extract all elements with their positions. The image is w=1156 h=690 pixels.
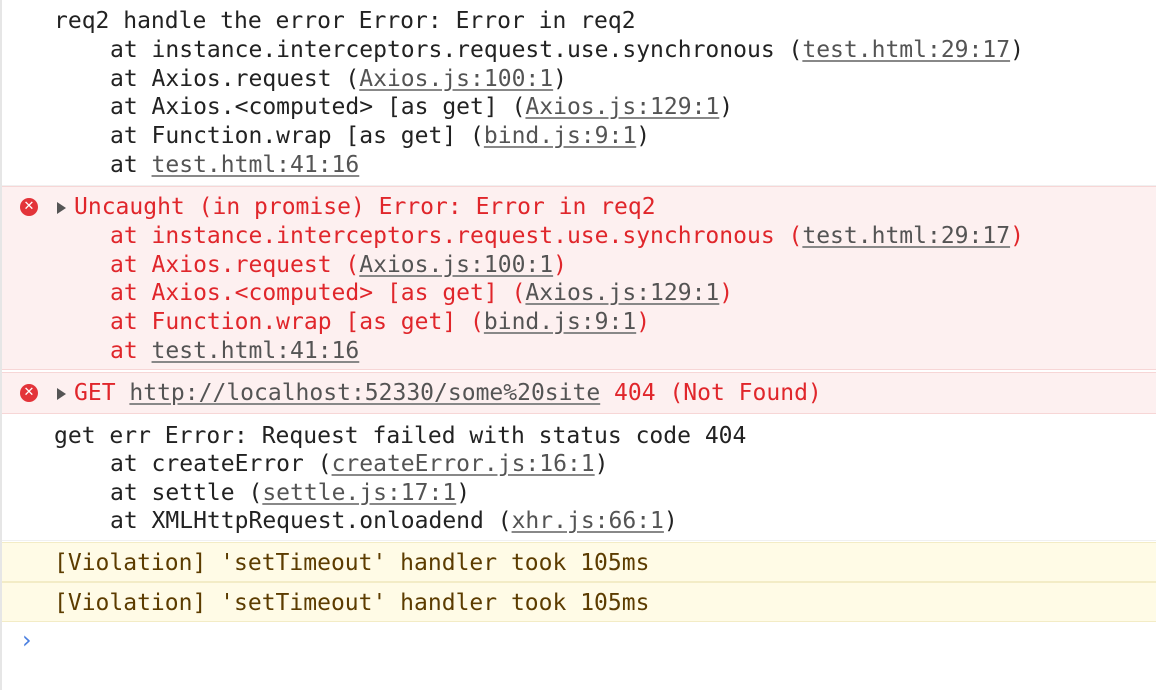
stack-frame: at Function.wrap [as get] (bind.js:9:1): [110, 308, 650, 337]
stack-frame-text: at instance.interceptors.request.use.syn…: [110, 223, 803, 249]
console-message-get-err-log: get err Error: Request failed with statu…: [2, 415, 1156, 541]
request-status: 404 (Not Found): [600, 380, 822, 406]
console-message-req2-log: req2 handle the error Error: Error in re…: [2, 0, 1156, 186]
source-link[interactable]: test.html:41:16: [152, 152, 360, 178]
stack-frame-text: at settle (: [110, 480, 263, 506]
console-prompt-chevron-icon[interactable]: ›: [22, 626, 32, 654]
source-link[interactable]: test.html:41:16: [152, 338, 360, 364]
stack-frame: at Function.wrap [as get] (bind.js:9:1): [110, 122, 650, 151]
stack-frame-text: ): [456, 480, 471, 506]
stack-frame-text: at XMLHttpRequest.onloadend (: [110, 508, 512, 534]
stack-frame: at Axios.<computed> [as get] (Axios.js:1…: [110, 279, 733, 308]
stack-frame: at Axios.request (Axios.js:100:1): [110, 251, 567, 280]
stack-frame-text: ): [1010, 37, 1024, 63]
stack-frame: at XMLHttpRequest.onloadend (xhr.js:66:1…: [110, 507, 678, 536]
source-link[interactable]: createError.js:16:1: [332, 451, 595, 477]
source-link[interactable]: test.html:29:17: [802, 37, 1010, 63]
message-text: Uncaught (in promise) Error: Error in re…: [74, 194, 656, 220]
source-link[interactable]: Axios.js:100:1: [359, 252, 553, 278]
stack-frame-text: ): [636, 123, 651, 149]
stack-frame-text: ): [594, 451, 609, 477]
stack-frame-text: at Axios.request (: [110, 66, 360, 92]
stack-frame: at instance.interceptors.request.use.syn…: [110, 36, 1024, 65]
console-message-violation: [Violation] 'setTimeout' handler took 10…: [2, 542, 1156, 582]
console-message-violation: [Violation] 'setTimeout' handler took 10…: [2, 582, 1156, 622]
stack-frame-text: ): [553, 66, 567, 92]
source-link[interactable]: bind.js:9:1: [484, 309, 636, 335]
message-text: get err Error: Request failed with statu…: [54, 423, 747, 449]
message-text: req2 handle the error Error: Error in re…: [54, 8, 636, 34]
stack-frame: at Axios.request (Axios.js:100:1): [110, 65, 567, 94]
stack-frame: at createError (createError.js:16:1): [110, 450, 609, 479]
expand-triangle-icon[interactable]: [57, 388, 66, 400]
error-icon: ✕: [20, 384, 38, 402]
message-text: GET http://localhost:52330/some%20site 4…: [74, 379, 822, 408]
message-text: [Violation] 'setTimeout' handler took 10…: [54, 590, 650, 616]
stack-frame: at Axios.<computed> [as get] (Axios.js:1…: [110, 93, 733, 122]
message-text: [Violation] 'setTimeout' handler took 10…: [54, 550, 650, 576]
stack-frame-text: ): [1010, 223, 1024, 249]
source-link[interactable]: test.html:29:17: [802, 223, 1010, 249]
stack-frame-text: at Axios.<computed> [as get] (: [110, 94, 526, 120]
stack-frame: at test.html:41:16: [110, 151, 359, 180]
request-method: GET: [74, 380, 130, 406]
source-link[interactable]: xhr.js:66:1: [512, 508, 664, 534]
stack-frame-text: ): [553, 252, 567, 278]
stack-frame-text: at Axios.request (: [110, 252, 360, 278]
console-message-get-error[interactable]: ✕ GET http://localhost:52330/some%20site…: [2, 372, 1156, 414]
source-link[interactable]: Axios.js:100:1: [359, 66, 553, 92]
stack-frame-text: at: [110, 152, 152, 178]
request-url-link[interactable]: http://localhost:52330/some%20site: [129, 380, 600, 406]
error-icon: ✕: [20, 198, 38, 216]
expand-triangle-icon[interactable]: [57, 202, 66, 214]
stack-frame-text: ): [663, 508, 678, 534]
console-message-uncaught-error[interactable]: ✕ Uncaught (in promise) Error: Error in …: [2, 186, 1156, 370]
source-link[interactable]: bind.js:9:1: [484, 123, 636, 149]
stack-frame: at test.html:41:16: [110, 337, 359, 366]
stack-frame: at instance.interceptors.request.use.syn…: [110, 222, 1024, 251]
stack-frame-text: ): [719, 280, 734, 306]
stack-frame: at settle (settle.js:17:1): [110, 479, 470, 508]
stack-frame-text: at: [110, 338, 152, 364]
stack-frame-text: ): [636, 309, 651, 335]
stack-frame-text: at Function.wrap [as get] (: [110, 123, 484, 149]
stack-frame-text: at instance.interceptors.request.use.syn…: [110, 37, 803, 63]
stack-frame-text: at createError (: [110, 451, 332, 477]
source-link[interactable]: settle.js:17:1: [262, 480, 456, 506]
stack-frame-text: at Function.wrap [as get] (: [110, 309, 484, 335]
source-link[interactable]: Axios.js:129:1: [525, 94, 719, 120]
stack-frame-text: ): [719, 94, 734, 120]
stack-frame-text: at Axios.<computed> [as get] (: [110, 280, 526, 306]
source-link[interactable]: Axios.js:129:1: [525, 280, 719, 306]
